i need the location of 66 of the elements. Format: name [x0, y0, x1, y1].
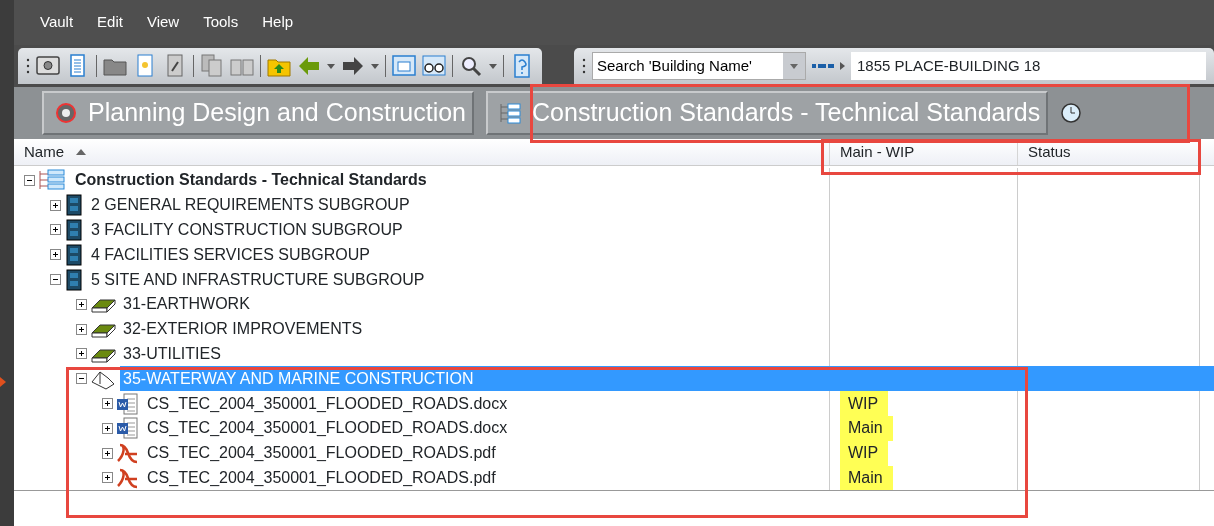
word-document-icon	[116, 392, 140, 415]
expand-icon[interactable]	[50, 249, 61, 261]
safe-icon[interactable]	[36, 54, 60, 78]
caret-icon[interactable]	[489, 63, 497, 69]
expand-icon[interactable]	[76, 298, 87, 310]
forward-arrow-icon[interactable]	[341, 54, 365, 78]
tree-item[interactable]: CS_TEC_2004_350001_FLOODED_ROADS.docx	[144, 415, 511, 441]
chevron-right-icon[interactable]	[840, 62, 845, 70]
tree-item[interactable]: Construction Standards - Technical Standards	[72, 168, 430, 193]
expand-icon[interactable]	[50, 224, 61, 236]
table-cell: Main	[840, 415, 893, 441]
word-document-icon	[116, 417, 140, 440]
tree-item[interactable]: 4 FACILITIES SERVICES SUBGROUP	[88, 242, 373, 268]
menu-item[interactable]: Tools	[191, 11, 251, 34]
tree-item[interactable]: CS_TEC_2004_350001_FLOODED_ROADS.docx	[144, 391, 511, 416]
window-icon[interactable]	[392, 54, 416, 78]
expand-icon[interactable]	[50, 199, 61, 211]
path-field[interactable]: 1855 PLACE-BUILDING 18	[851, 52, 1206, 80]
toolbar-grip-icon	[26, 56, 30, 76]
menu-item[interactable]: View	[134, 11, 192, 34]
row-marker-icon	[0, 377, 6, 387]
tree-item[interactable]: 2 GENERAL REQUIREMENTS SUBGROUP	[88, 192, 413, 218]
collapse-icon[interactable]	[24, 174, 35, 186]
tree-item[interactable]: CS_TEC_2004_350001_FLOODED_ROADS.pdf	[144, 440, 499, 466]
expand-icon[interactable]	[102, 447, 113, 459]
column-header[interactable]: Status	[1018, 139, 1200, 165]
expand-icon[interactable]	[76, 323, 87, 335]
collapse-icon[interactable]	[50, 274, 61, 286]
expand-icon[interactable]	[76, 348, 87, 360]
filing-cabinet-icon	[64, 268, 84, 291]
filing-cabinet-icon	[64, 194, 84, 217]
tree-item[interactable]: CS_TEC_2004_350001_FLOODED_ROADS.pdf	[144, 465, 499, 491]
list-tree-icon	[38, 169, 68, 192]
column-header[interactable]: Name	[14, 139, 830, 165]
tree-item[interactable]: 3 FACILITY CONSTRUCTION SUBGROUP	[88, 217, 406, 243]
clock-icon[interactable]	[1060, 102, 1083, 124]
column-header[interactable]: Main - WIP	[830, 139, 1018, 165]
tree-item[interactable]: 33-UTILITIES	[120, 341, 224, 367]
filing-cabinet-icon	[64, 219, 84, 241]
dropdown-arrow-icon[interactable]	[790, 63, 798, 69]
expand-icon[interactable]	[102, 398, 113, 410]
list-tree-icon	[498, 101, 522, 125]
sort-arrow-icon	[76, 149, 86, 155]
glasses-icon[interactable]	[422, 54, 446, 78]
menu-item[interactable]: Edit	[85, 11, 135, 34]
expand-icon[interactable]	[102, 422, 113, 434]
table-cell: Main	[840, 465, 893, 491]
tree-item[interactable]: 32-EXTERIOR IMPROVEMENTS	[120, 316, 366, 342]
breadcrumb-icon	[812, 63, 834, 69]
collapse-icon[interactable]	[76, 373, 87, 385]
menu-item[interactable]: Help	[250, 11, 306, 34]
search-combo[interactable]: Search 'Building Name'	[592, 52, 806, 80]
tree-item[interactable]: 5 SITE AND INFRASTRUCTURE SUBGROUP	[88, 267, 428, 292]
pdf-icon	[116, 442, 140, 465]
tree-item[interactable]: 31-EARTHWORK	[120, 292, 253, 317]
toolbar-grip-icon	[582, 56, 586, 76]
table-cell: WIP	[840, 440, 889, 466]
filing-cabinet-icon	[64, 243, 84, 266]
table-cell: WIP	[840, 391, 889, 416]
expand-icon[interactable]	[102, 472, 113, 484]
pdf-icon	[116, 466, 140, 489]
gear-icon	[54, 101, 78, 125]
caret-icon[interactable]	[371, 63, 379, 69]
caret-icon[interactable]	[327, 63, 335, 69]
menu-item[interactable]: Vault	[28, 11, 86, 34]
search-icon[interactable]	[459, 54, 483, 78]
